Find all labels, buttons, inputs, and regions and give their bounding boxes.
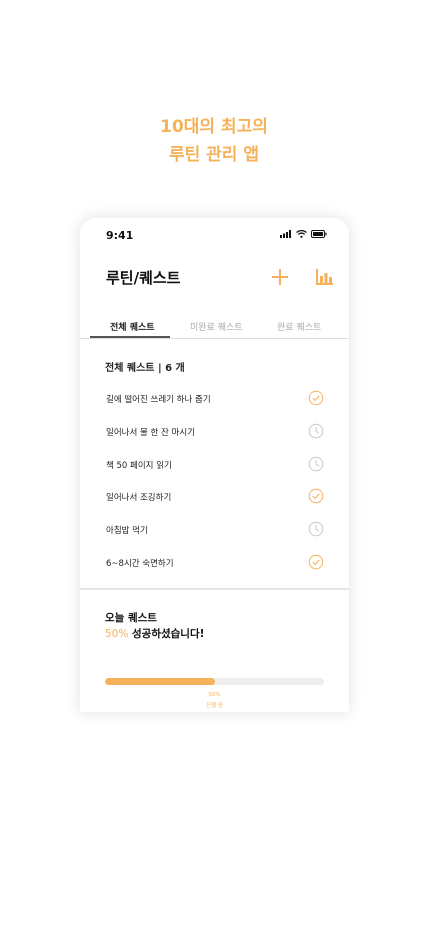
quest-label: 책 50 페이지 읽기: [106, 461, 172, 471]
app-header: 루틴/퀘스트: [80, 258, 349, 298]
quest-label: 일어나서 물 한 잔 마시기: [106, 428, 196, 438]
quest-tabs: 전체 퀘스트 미완료 퀘스트 완료 퀘스트: [80, 314, 349, 339]
clock-icon[interactable]: [308, 423, 324, 439]
wifi-icon: [296, 230, 307, 238]
quest-item[interactable]: 길에 떨어진 쓰레기 하나 줍기: [80, 385, 349, 413]
progress-percent-label: 50%: [208, 692, 221, 698]
check-circle-icon[interactable]: [308, 554, 324, 570]
quest-item[interactable]: 일어나서 조깅하기: [80, 483, 349, 511]
add-quest-button[interactable]: [271, 268, 289, 286]
promo-line-2: 루틴 관리 앱: [168, 145, 260, 165]
quest-label: 길에 떨어진 쓰레기 하나 줍기: [106, 395, 211, 405]
progress-bar-fill: [105, 678, 215, 685]
tab-completed-quests[interactable]: 완료 퀘스트: [277, 320, 321, 333]
quest-item[interactable]: 일어나서 물 한 잔 마시기: [80, 418, 349, 446]
status-bar: 9:41: [80, 218, 349, 252]
phone-screen: 9:41 루틴/퀘스트 전체 퀘스트 미완료 퀘스트 완료 퀘스트 전체 퀘스트…: [80, 218, 349, 712]
promo-heading: 10대의 최고의 루틴 관리 앱: [0, 113, 428, 169]
quest-label: 아침밥 먹기: [106, 526, 148, 536]
statistics-chart-icon[interactable]: [315, 269, 333, 285]
quest-item[interactable]: 아침밥 먹기: [80, 516, 349, 544]
signal-icon: [280, 230, 291, 238]
success-percent: 50%: [105, 628, 129, 640]
promo-line-1: 10대의 최고의: [160, 117, 268, 137]
status-time: 9:41: [106, 229, 134, 242]
quest-label: 일어나서 조깅하기: [106, 493, 172, 503]
clock-icon[interactable]: [308, 456, 324, 472]
clock-icon[interactable]: [308, 521, 324, 537]
page-title: 루틴/퀘스트: [106, 269, 181, 287]
today-quest-message: 50% 성공하셨습니다!: [105, 626, 204, 641]
tab-all-quests[interactable]: 전체 퀘스트: [110, 320, 155, 333]
active-tab-indicator: [90, 336, 170, 338]
status-icons: [280, 230, 327, 238]
today-quest-title: 오늘 퀘스트: [105, 612, 157, 624]
check-circle-icon[interactable]: [308, 390, 324, 406]
quest-item[interactable]: 6~8시간 숙면하기: [80, 549, 349, 577]
battery-icon: [311, 230, 327, 238]
progress-bar: [105, 678, 324, 685]
progress-status-label: 진행 중: [206, 703, 223, 709]
check-circle-icon[interactable]: [308, 488, 324, 504]
section-divider: [80, 588, 349, 590]
quest-list-title: 전체 퀘스트 | 6 개: [105, 363, 185, 374]
quest-item[interactable]: 책 50 페이지 읽기: [80, 451, 349, 479]
quest-label: 6~8시간 숙면하기: [106, 559, 174, 569]
tab-incomplete-quests[interactable]: 미완료 퀘스트: [190, 320, 243, 333]
success-message: 성공하셨습니다!: [128, 628, 205, 640]
